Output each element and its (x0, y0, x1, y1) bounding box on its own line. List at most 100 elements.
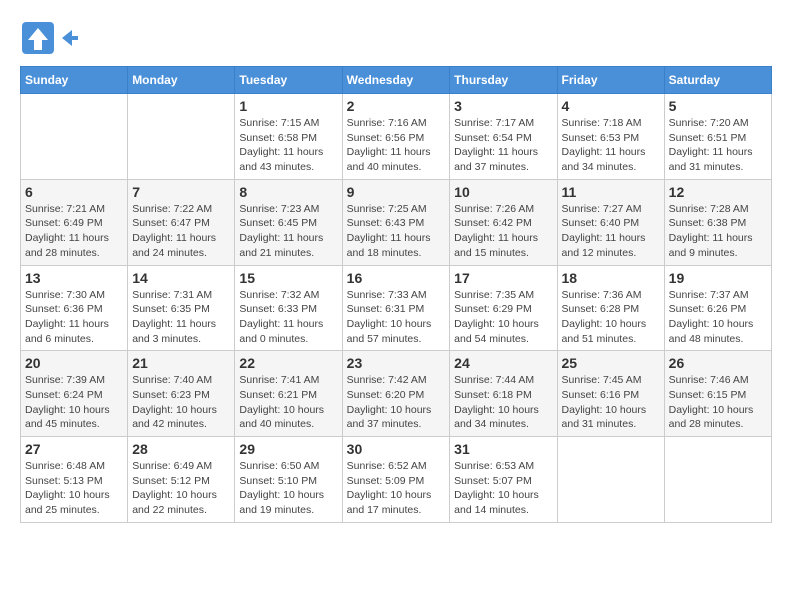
day-info: Sunrise: 7:22 AM Sunset: 6:47 PM Dayligh… (132, 202, 230, 261)
day-info: Sunrise: 7:30 AM Sunset: 6:36 PM Dayligh… (25, 288, 123, 347)
day-info: Sunrise: 7:36 AM Sunset: 6:28 PM Dayligh… (562, 288, 660, 347)
day-info: Sunrise: 7:39 AM Sunset: 6:24 PM Dayligh… (25, 373, 123, 432)
calendar-cell (21, 94, 128, 180)
calendar-cell: 27Sunrise: 6:48 AM Sunset: 5:13 PM Dayli… (21, 437, 128, 523)
day-number: 16 (347, 270, 446, 286)
day-number: 30 (347, 441, 446, 457)
day-info: Sunrise: 7:15 AM Sunset: 6:58 PM Dayligh… (239, 116, 337, 175)
day-number: 4 (562, 98, 660, 114)
logo-arrow-icon (62, 30, 78, 46)
calendar-week-row: 13Sunrise: 7:30 AM Sunset: 6:36 PM Dayli… (21, 265, 772, 351)
calendar-cell: 10 Sunrise: 7:26 AM Sunset: 6:42 PM Dayli… (450, 179, 557, 265)
calendar-cell: 30 Sunrise: 6:52 AM Sunset: 5:09 PM Dayli… (342, 437, 450, 523)
day-number: 19 (669, 270, 767, 286)
calendar-header: SundayMondayTuesdayWednesdayThursdayFrid… (21, 67, 772, 94)
day-info: Sunrise: 7:26 AM Sunset: 6:42 PM Dayligh… (454, 202, 552, 261)
day-number: 28 (132, 441, 230, 457)
day-number: 18 (562, 270, 660, 286)
day-number: 10 (454, 184, 552, 200)
day-info: Sunrise: 7:42 AM Sunset: 6:20 PM Dayligh… (347, 373, 446, 432)
day-number: 29 (239, 441, 337, 457)
day-number: 23 (347, 355, 446, 371)
day-number: 21 (132, 355, 230, 371)
page-header (20, 20, 772, 56)
calendar-cell: 1 Sunrise: 7:15 AM Sunset: 6:58 PM Daylig… (235, 94, 342, 180)
day-info: Sunrise: 7:17 AM Sunset: 6:54 PM Dayligh… (454, 116, 552, 175)
day-info: Sunrise: 7:45 AM Sunset: 6:16 PM Dayligh… (562, 373, 660, 432)
day-info: Sunrise: 7:41 AM Sunset: 6:21 PM Dayligh… (239, 373, 337, 432)
calendar-cell (128, 94, 235, 180)
calendar-cell: 24 Sunrise: 7:44 AM Sunset: 6:18 PM Dayli… (450, 351, 557, 437)
day-info: Sunrise: 7:32 AM Sunset: 6:33 PM Dayligh… (239, 288, 337, 347)
calendar-cell: 25 Sunrise: 7:45 AM Sunset: 6:16 PM Dayli… (557, 351, 664, 437)
weekday-header-friday: Friday (557, 67, 664, 94)
day-info: Sunrise: 7:37 AM Sunset: 6:26 PM Dayligh… (669, 288, 767, 347)
calendar-week-row: 27Sunrise: 6:48 AM Sunset: 5:13 PM Dayli… (21, 437, 772, 523)
calendar-week-row: 6Sunrise: 7:21 AM Sunset: 6:49 PM Daylig… (21, 179, 772, 265)
day-info: Sunrise: 7:25 AM Sunset: 6:43 PM Dayligh… (347, 202, 446, 261)
calendar-cell: 2Sunrise: 7:16 AM Sunset: 6:56 PM Daylig… (342, 94, 450, 180)
day-number: 3 (454, 98, 552, 114)
calendar-cell: 31Sunrise: 6:53 AM Sunset: 5:07 PM Dayli… (450, 437, 557, 523)
day-number: 17 (454, 270, 552, 286)
calendar-cell: 26 Sunrise: 7:46 AM Sunset: 6:15 PM Dayli… (664, 351, 771, 437)
day-info: Sunrise: 7:46 AM Sunset: 6:15 PM Dayligh… (669, 373, 767, 432)
logo-text (60, 30, 78, 46)
day-number: 12 (669, 184, 767, 200)
calendar-cell: 11Sunrise: 7:27 AM Sunset: 6:40 PM Dayli… (557, 179, 664, 265)
calendar-cell: 23 Sunrise: 7:42 AM Sunset: 6:20 PM Dayli… (342, 351, 450, 437)
day-number: 7 (132, 184, 230, 200)
weekday-header-tuesday: Tuesday (235, 67, 342, 94)
calendar-cell: 8Sunrise: 7:23 AM Sunset: 6:45 PM Daylig… (235, 179, 342, 265)
weekday-header-saturday: Saturday (664, 67, 771, 94)
day-number: 8 (239, 184, 337, 200)
day-number: 22 (239, 355, 337, 371)
calendar-cell: 21Sunrise: 7:40 AM Sunset: 6:23 PM Dayli… (128, 351, 235, 437)
calendar-cell: 29 Sunrise: 6:50 AM Sunset: 5:10 PM Dayli… (235, 437, 342, 523)
weekday-header-wednesday: Wednesday (342, 67, 450, 94)
weekday-header-row: SundayMondayTuesdayWednesdayThursdayFrid… (21, 67, 772, 94)
calendar-cell: 19 Sunrise: 7:37 AM Sunset: 6:26 PM Dayli… (664, 265, 771, 351)
calendar-cell: 3 Sunrise: 7:17 AM Sunset: 6:54 PM Daylig… (450, 94, 557, 180)
weekday-header-sunday: Sunday (21, 67, 128, 94)
calendar-cell (557, 437, 664, 523)
calendar-cell: 15Sunrise: 7:32 AM Sunset: 6:33 PM Dayli… (235, 265, 342, 351)
calendar-cell: 22 Sunrise: 7:41 AM Sunset: 6:21 PM Dayli… (235, 351, 342, 437)
calendar-cell: 16 Sunrise: 7:33 AM Sunset: 6:31 PM Dayli… (342, 265, 450, 351)
day-number: 20 (25, 355, 123, 371)
calendar-cell: 20 Sunrise: 7:39 AM Sunset: 6:24 PM Dayli… (21, 351, 128, 437)
calendar-cell: 17 Sunrise: 7:35 AM Sunset: 6:29 PM Dayli… (450, 265, 557, 351)
day-number: 2 (347, 98, 446, 114)
day-number: 6 (25, 184, 123, 200)
day-number: 14 (132, 270, 230, 286)
day-info: Sunrise: 7:35 AM Sunset: 6:29 PM Dayligh… (454, 288, 552, 347)
calendar-week-row: 1 Sunrise: 7:15 AM Sunset: 6:58 PM Daylig… (21, 94, 772, 180)
calendar-cell: 12Sunrise: 7:28 AM Sunset: 6:38 PM Dayli… (664, 179, 771, 265)
day-info: Sunrise: 7:44 AM Sunset: 6:18 PM Dayligh… (454, 373, 552, 432)
logo (20, 20, 78, 56)
day-number: 25 (562, 355, 660, 371)
calendar-cell: 13Sunrise: 7:30 AM Sunset: 6:36 PM Dayli… (21, 265, 128, 351)
calendar-cell: 7 Sunrise: 7:22 AM Sunset: 6:47 PM Daylig… (128, 179, 235, 265)
day-number: 5 (669, 98, 767, 114)
calendar-week-row: 20 Sunrise: 7:39 AM Sunset: 6:24 PM Dayli… (21, 351, 772, 437)
day-info: Sunrise: 6:50 AM Sunset: 5:10 PM Dayligh… (239, 459, 337, 518)
day-number: 9 (347, 184, 446, 200)
day-info: Sunrise: 6:52 AM Sunset: 5:09 PM Dayligh… (347, 459, 446, 518)
day-info: Sunrise: 7:33 AM Sunset: 6:31 PM Dayligh… (347, 288, 446, 347)
day-number: 26 (669, 355, 767, 371)
day-info: Sunrise: 6:53 AM Sunset: 5:07 PM Dayligh… (454, 459, 552, 518)
day-number: 1 (239, 98, 337, 114)
day-info: Sunrise: 7:31 AM Sunset: 6:35 PM Dayligh… (132, 288, 230, 347)
calendar-table: SundayMondayTuesdayWednesdayThursdayFrid… (20, 66, 772, 523)
calendar-cell: 18 Sunrise: 7:36 AM Sunset: 6:28 PM Dayli… (557, 265, 664, 351)
weekday-header-monday: Monday (128, 67, 235, 94)
day-info: Sunrise: 6:48 AM Sunset: 5:13 PM Dayligh… (25, 459, 123, 518)
day-number: 24 (454, 355, 552, 371)
calendar-cell: 14 Sunrise: 7:31 AM Sunset: 6:35 PM Dayli… (128, 265, 235, 351)
day-info: Sunrise: 6:49 AM Sunset: 5:12 PM Dayligh… (132, 459, 230, 518)
calendar-body: 1 Sunrise: 7:15 AM Sunset: 6:58 PM Daylig… (21, 94, 772, 523)
weekday-header-thursday: Thursday (450, 67, 557, 94)
calendar-cell: 9 Sunrise: 7:25 AM Sunset: 6:43 PM Daylig… (342, 179, 450, 265)
calendar-cell: 5Sunrise: 7:20 AM Sunset: 6:51 PM Daylig… (664, 94, 771, 180)
